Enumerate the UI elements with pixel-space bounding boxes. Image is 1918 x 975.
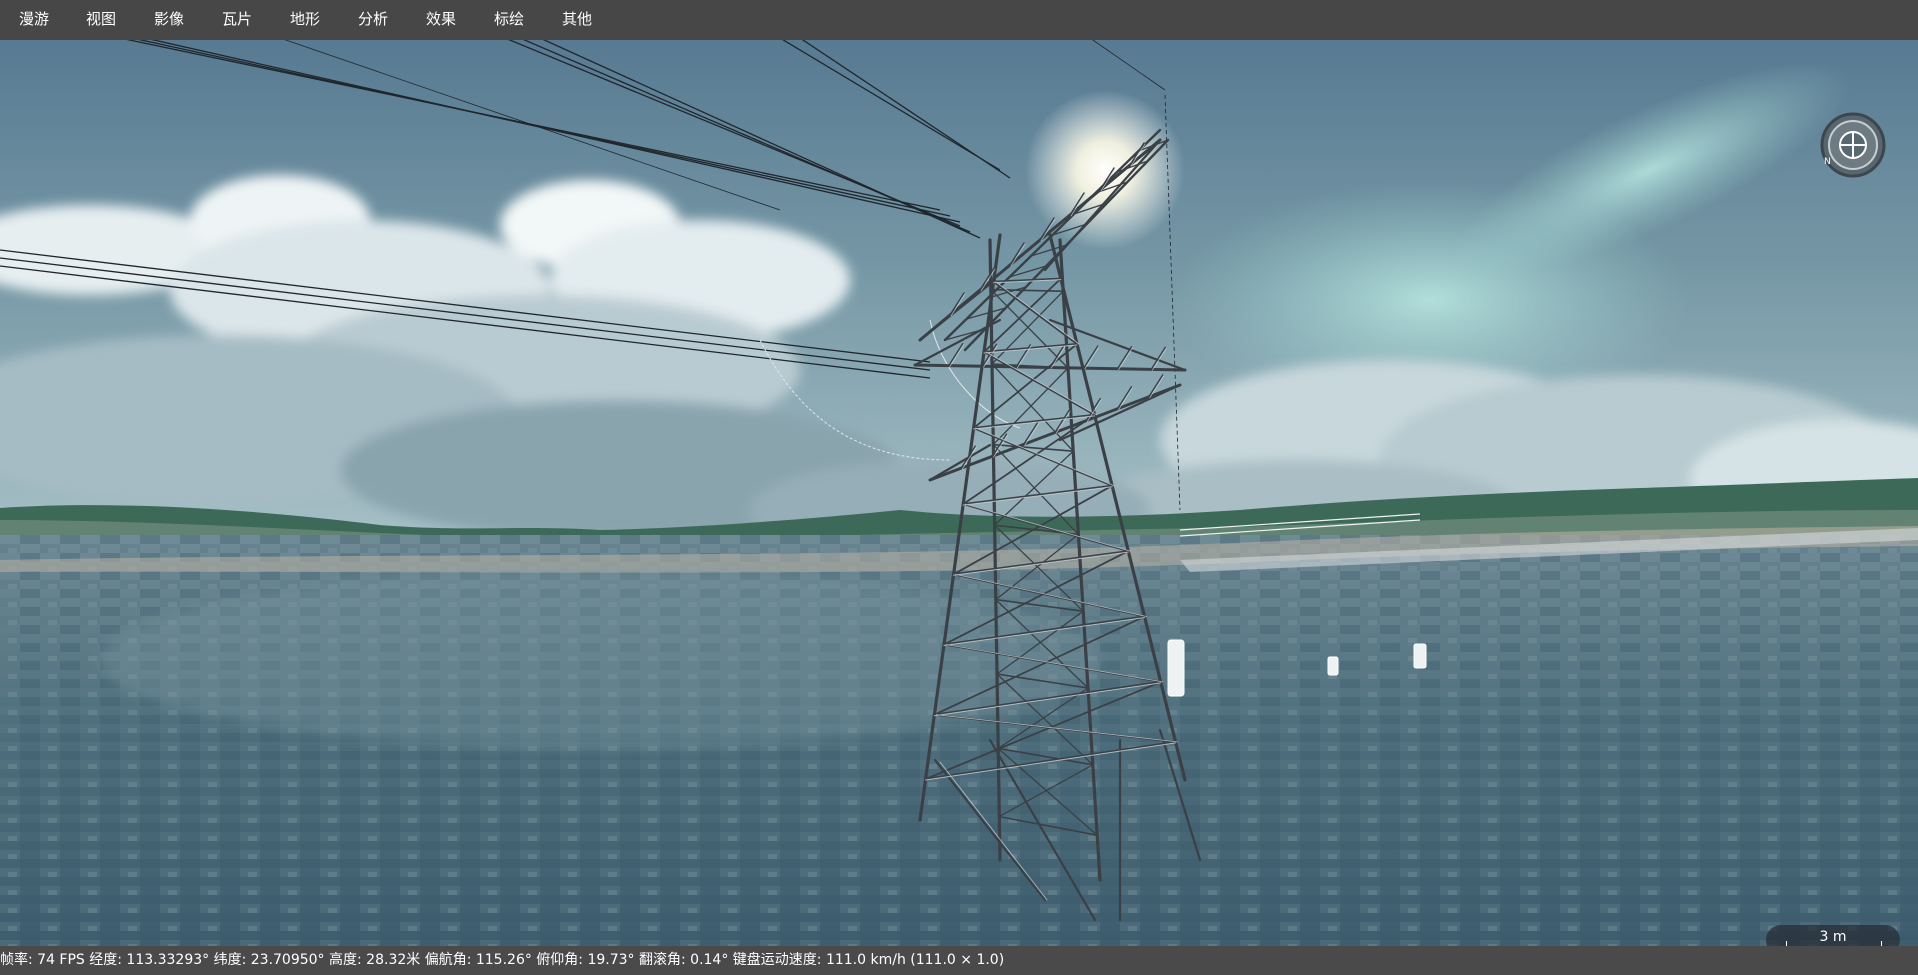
- menu-item-other[interactable]: 其他: [562, 0, 592, 40]
- menu-item-imagery[interactable]: 影像: [154, 0, 184, 40]
- navigation-compass[interactable]: N: [1820, 112, 1886, 178]
- menu-item-effects[interactable]: 效果: [426, 0, 456, 40]
- menu-item-view[interactable]: 视图: [86, 0, 116, 40]
- scale-bar-widget: 3 m: [1766, 925, 1900, 946]
- menu-bar: 漫游 视图 影像 瓦片 地形 分析 效果 标绘 其他: [0, 0, 1918, 40]
- map-viewport[interactable]: N 3 m: [0, 40, 1918, 946]
- menu-item-terrain[interactable]: 地形: [290, 0, 320, 40]
- status-text: 帧率: 74 FPS 经度: 113.33293° 纬度: 23.70950° …: [0, 952, 1005, 968]
- scene-3d[interactable]: [0, 40, 1918, 946]
- menu-item-analysis[interactable]: 分析: [358, 0, 388, 40]
- compass-north-label: N: [1824, 157, 1831, 167]
- compass-icon: N: [1820, 112, 1886, 178]
- status-bar: 帧率: 74 FPS 经度: 113.33293° 纬度: 23.70950° …: [0, 946, 1918, 975]
- menu-item-roam[interactable]: 漫游: [19, 0, 49, 40]
- menu-item-tiles[interactable]: 瓦片: [222, 0, 252, 40]
- menu-item-plotting[interactable]: 标绘: [494, 0, 524, 40]
